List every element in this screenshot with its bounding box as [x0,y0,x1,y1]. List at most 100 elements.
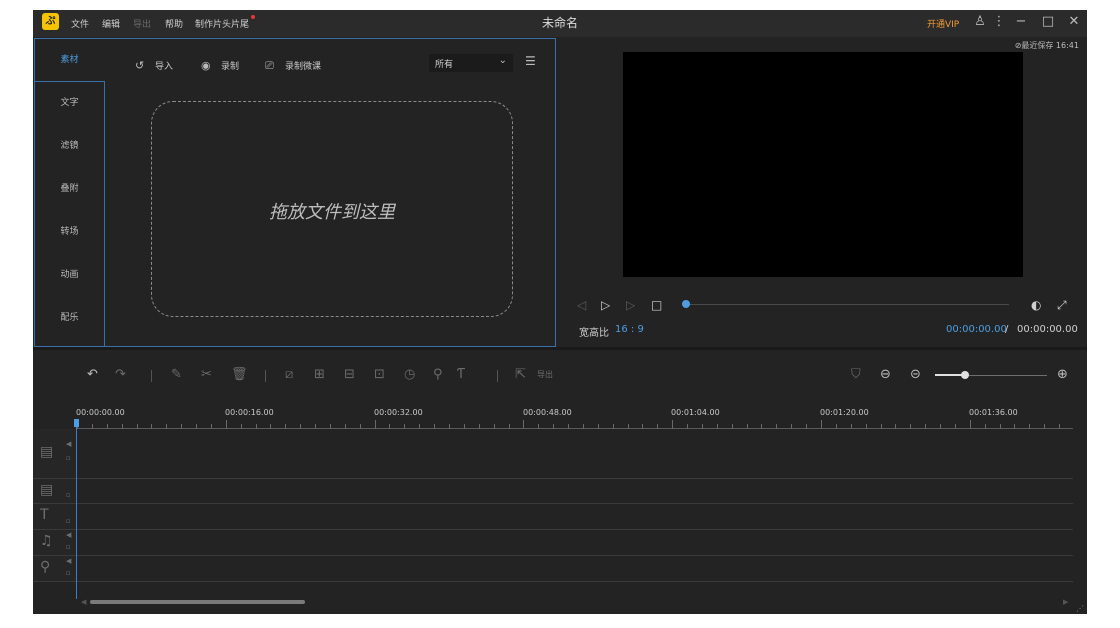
edit-icon[interactable]: ✎ [171,367,182,382]
screen-record-icon: ⎚ [265,59,274,72]
zoom-in-icon[interactable]: ⊕ [1057,367,1068,382]
volume-icon[interactable]: ◐ [1031,298,1041,312]
redo-icon[interactable]: ↷ [115,367,126,382]
ruler-tick [969,420,971,429]
tab-music[interactable]: 配乐 [35,297,104,339]
music-note-icon: ♫ [40,533,53,549]
playback-progress[interactable] [685,304,1009,305]
ruler-label: 00:00:16.00 [225,408,274,417]
menu-export[interactable]: 导出 [133,17,151,30]
account-icon[interactable]: ♙ [971,13,989,31]
menu-intro-outro[interactable]: 制作片头片尾 [195,17,249,30]
drop-zone-text: 拖放文件到这里 [269,202,395,223]
import-button[interactable]: ↺ 导入 [135,59,173,72]
track-header: ♫ ◀ ▫ [33,530,77,555]
track-header: T ▫ [33,504,77,529]
notification-dot [251,15,255,19]
voice-track[interactable]: ⚲ ◀ ▫ [33,556,1073,582]
lock-icon[interactable]: ▫ [66,454,71,462]
drop-zone[interactable]: 拖放文件到这里 [151,101,513,317]
lock-icon[interactable]: ▫ [66,517,71,525]
play-icon[interactable]: ▷ [601,298,610,312]
record-lesson-button[interactable]: ⎚ 录制微课 [265,59,321,73]
more-menu-icon[interactable]: ⋮ [990,13,1008,31]
tab-text[interactable]: 文字 [35,82,104,124]
title-bar: ぷ 文件 编辑 导出 帮助 制作片头片尾 未命名 开通VIP ♙ ⋮ − □ ✕ [33,10,1087,37]
tab-transitions[interactable]: 转场 [35,211,104,253]
lock-icon[interactable]: ▫ [66,569,71,577]
crop-icon[interactable]: ⧄ [285,367,293,382]
aspect-ratio-value[interactable]: 16 : 9 [615,324,644,335]
horizontal-scrollbar[interactable] [90,600,305,604]
track-header: ▤ ◀ ▫ [33,429,77,478]
undo-icon[interactable]: ↶ [87,367,98,382]
chevron-down-icon: ⌄ [498,55,507,66]
scroll-right-icon[interactable]: ▶ [1063,598,1068,606]
menu-file[interactable]: 文件 [71,17,89,30]
export-button[interactable]: 导出 [537,369,553,380]
volume-icon[interactable]: ◀ [66,440,71,448]
text-icon: T [40,507,49,523]
prev-frame-icon[interactable]: ◁ [577,298,586,312]
filter-select[interactable]: 所有 ⌄ [429,54,513,72]
film-icon: ▤ [40,444,54,460]
duration-icon[interactable]: ◷ [404,367,415,382]
mosaic-icon[interactable]: ⊟ [344,367,355,382]
trash-icon[interactable]: 🗑 [231,367,248,382]
ruler-tick [374,420,376,429]
export-icon[interactable]: ⇱ [515,367,526,382]
tab-animations[interactable]: 动画 [35,254,104,296]
minimize-icon[interactable]: − [1012,13,1030,31]
panel-divider[interactable] [33,347,1087,350]
screenshot-icon[interactable]: ⊡ [374,367,385,382]
current-time: 00:00:00.00 [946,324,1007,335]
microphone-icon[interactable]: ⚲ [433,367,443,382]
fullscreen-icon[interactable]: ⤢ [1057,298,1067,313]
app-logo-icon: ぷ [42,13,59,30]
scroll-left-icon[interactable]: ◀ [81,598,86,606]
pip-track[interactable]: ▤ ▫ [33,479,1073,504]
stop-icon[interactable]: □ [651,298,662,312]
lock-icon[interactable]: ▫ [66,543,71,551]
ruler-label: 00:01:04.00 [671,408,720,417]
ruler-label: 00:00:00.00 [76,408,125,417]
volume-icon[interactable]: ◀ [66,531,71,539]
track-header: ⚲ ◀ ▫ [33,556,77,581]
text-track[interactable]: T ▫ [33,504,1073,530]
record-button[interactable]: ◉ 录制 [201,59,239,72]
playhead[interactable] [76,419,77,599]
ruler-label: 00:01:20.00 [820,408,869,417]
list-view-icon[interactable]: ☰ [525,54,539,68]
video-editor-window: ぷ 文件 编辑 导出 帮助 制作片头片尾 未命名 开通VIP ♙ ⋮ − □ ✕… [33,10,1087,614]
ruler-label: 00:00:48.00 [523,408,572,417]
lock-icon[interactable]: ▫ [66,491,71,499]
tab-divider [35,81,104,82]
video-track[interactable]: ▤ ◀ ▫ [33,429,1073,479]
playhead-handle[interactable] [74,419,79,427]
volume-icon[interactable]: ◀ [66,557,71,565]
scissors-icon[interactable]: ✂ [201,367,212,382]
freeze-frame-icon[interactable]: ⊞ [314,367,325,382]
next-frame-icon[interactable]: ▷ [626,298,635,312]
close-icon[interactable]: ✕ [1065,13,1083,31]
tab-materials[interactable]: 素材 [35,39,104,81]
toolbar-separator [151,370,152,382]
tab-overlays[interactable]: 叠附 [35,168,104,210]
overlay-film-icon: ▤ [40,482,54,498]
fit-timeline-icon[interactable]: ⊖ [880,367,891,382]
zoom-slider-knob[interactable] [961,371,969,379]
aspect-ratio-label: 宽高比 [579,328,609,339]
tab-filters[interactable]: 滤镜 [35,125,104,167]
music-track[interactable]: ♫ ◀ ▫ [33,530,1073,556]
maximize-icon[interactable]: □ [1039,13,1057,31]
text-to-speech-icon[interactable]: Ƭ [457,367,465,382]
playback-knob[interactable] [682,300,690,308]
resize-grip-icon[interactable]: ⋰ [1076,604,1084,613]
vip-button[interactable]: 开通VIP [927,17,959,30]
time-separator: / [1005,324,1009,335]
menu-edit[interactable]: 编辑 [102,17,120,30]
ruler-tick [523,420,525,429]
zoom-out-icon[interactable]: ⊝ [910,367,921,382]
menu-help[interactable]: 帮助 [165,17,183,30]
marker-icon[interactable]: ⛉ [851,367,861,382]
